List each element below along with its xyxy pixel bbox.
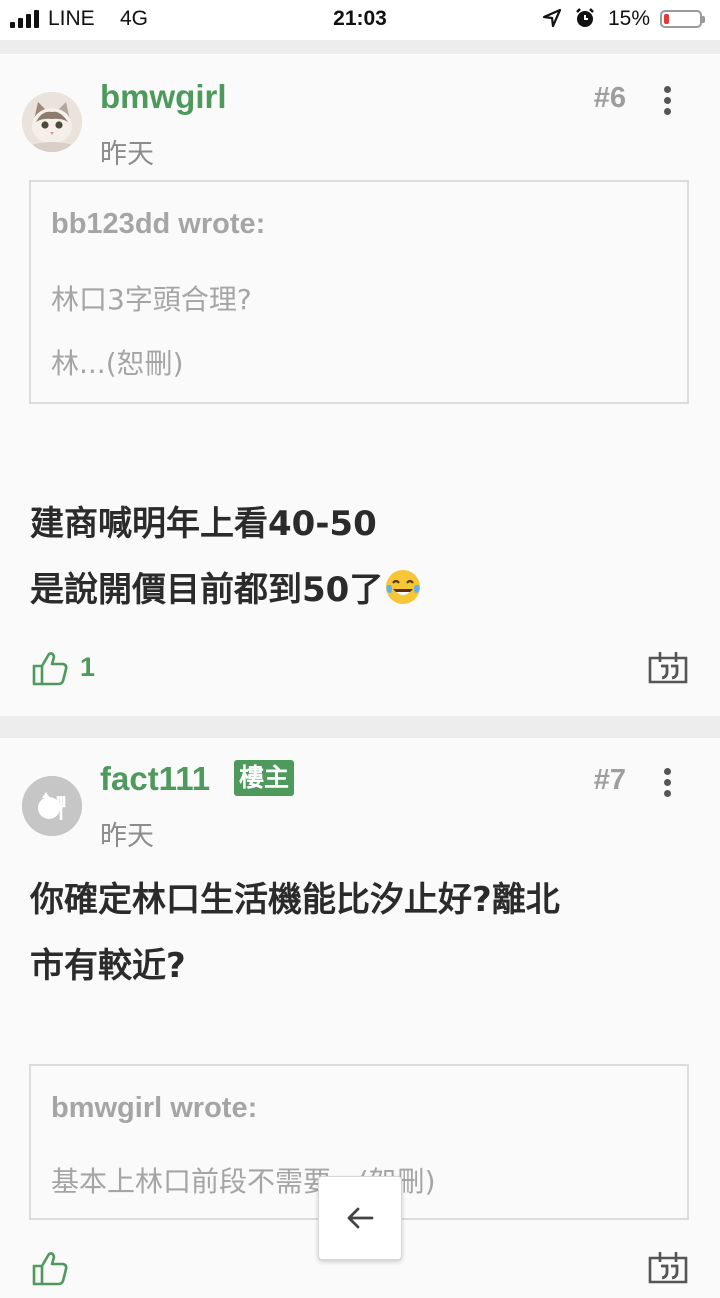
quote-block: bb123dd wrote: 林口3字頭合理? 林...(恕刪) [29, 180, 689, 404]
battery-level-fill [664, 14, 669, 24]
thumbs-up-icon[interactable] [30, 1248, 70, 1288]
more-vertical-icon[interactable] [656, 86, 678, 116]
quote-author: bb123dd wrote: [51, 208, 266, 240]
quote-text-line: 林...(恕刪) [51, 347, 184, 380]
laughing-tears-emoji [386, 570, 421, 604]
username[interactable]: fact111 [100, 760, 210, 798]
floor-number: #7 [593, 764, 626, 796]
floor-number: #6 [593, 82, 626, 114]
thread-starter-badge: 樓主 [234, 760, 295, 796]
status-bar: LINE 4G 21:03 15% [0, 0, 720, 40]
quote-text-line: 林口3字頭合理? [51, 283, 252, 316]
alarm-clock-icon [574, 7, 596, 35]
username[interactable]: bmwgirl [100, 78, 227, 116]
thumbs-up-icon[interactable] [30, 648, 70, 688]
post-time: 昨天 [100, 139, 154, 170]
post-time: 昨天 [100, 821, 154, 852]
back-button[interactable] [318, 1176, 402, 1260]
battery-icon [660, 10, 705, 28]
post-body-text: 建商喊明年上看40-50 [30, 504, 377, 544]
post-card: bmwgirl 昨天 #6 bb123dd wrote: 林口3字頭合理? 林.… [0, 54, 720, 716]
quote-reply-icon[interactable] [646, 1248, 690, 1288]
like-count: 1 [80, 652, 96, 682]
quote-author: bmwgirl wrote: [51, 1092, 258, 1124]
quote-reply-icon[interactable] [646, 648, 690, 688]
avatar[interactable] [22, 776, 82, 836]
post-body-line: 你確定林口生活機能比汐止好?離北 [30, 880, 560, 920]
post-body-line: 市有較近? [30, 946, 186, 986]
post-body-line: 是說開價目前都到50了 [30, 562, 423, 611]
arrow-left-icon [347, 1207, 374, 1229]
more-vertical-icon[interactable] [656, 768, 678, 798]
location-arrow-icon [542, 8, 562, 34]
post-body-line: 建商喊明年上看40-50 [30, 496, 377, 545]
post-body-text: 是說開價目前都到50了 [30, 570, 384, 610]
battery-percentage: 15% [608, 7, 651, 30]
avatar[interactable] [22, 92, 82, 152]
